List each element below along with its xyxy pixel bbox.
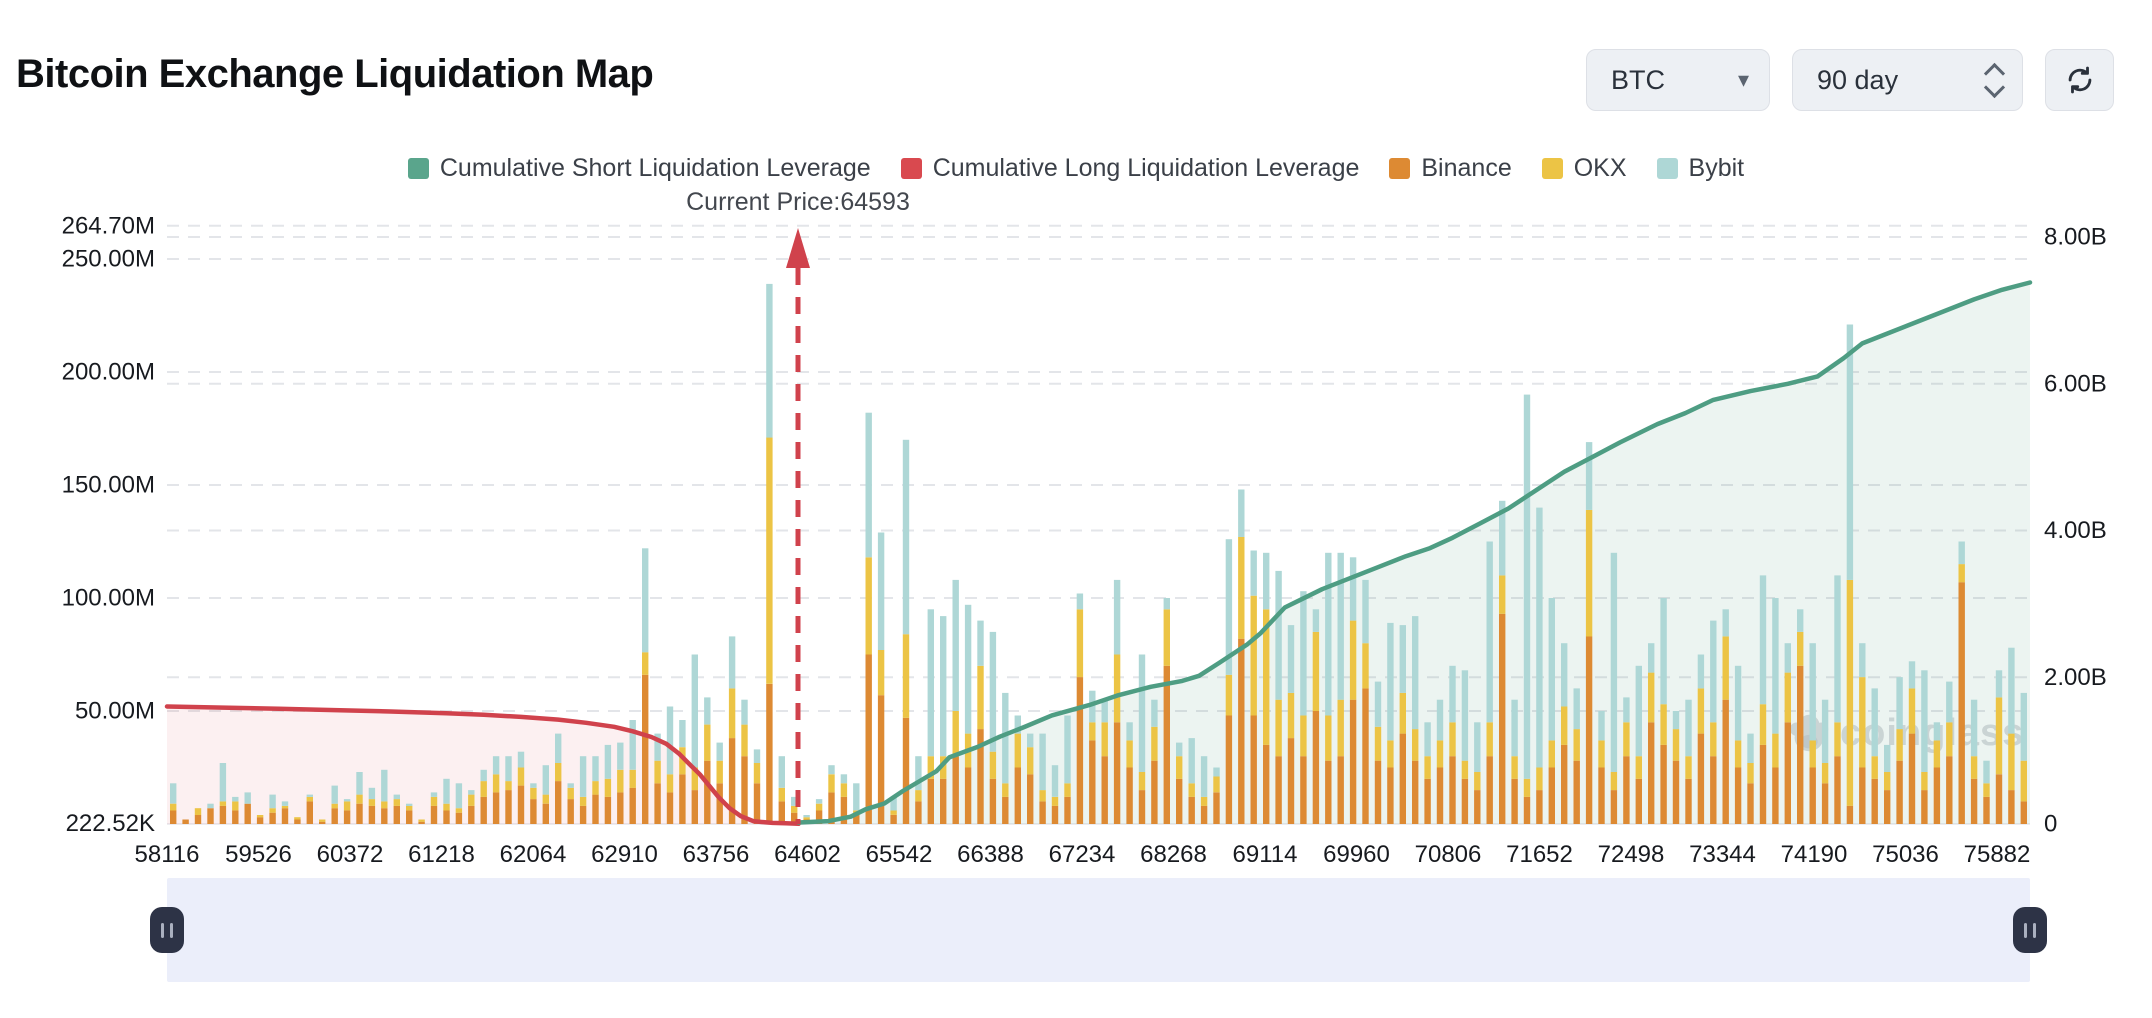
svg-text:222.52K: 222.52K [66,810,155,837]
svg-text:68268: 68268 [1140,841,1207,868]
svg-text:67234: 67234 [1049,841,1116,868]
svg-text:73344: 73344 [1689,841,1756,868]
svg-text:59526: 59526 [225,841,292,868]
x-axis-labels: 58116 59526 60372 61218 62064 62910 63756 64602… [135,841,2031,868]
zoom-slider-track[interactable] [167,878,2030,982]
left-axis-labels: 264.70M 250.00M 200.00M 150.00M 100.00M 50.00… [62,212,155,837]
svg-text:2.00B: 2.00B [2044,664,2107,691]
svg-text:69960: 69960 [1323,841,1390,868]
svg-text:264.70M: 264.70M [62,212,155,239]
svg-text:66388: 66388 [957,841,1024,868]
svg-text:62064: 62064 [500,841,567,868]
svg-text:65542: 65542 [866,841,933,868]
svg-text:60372: 60372 [317,841,384,868]
svg-text:63756: 63756 [683,841,750,868]
svg-text:62910: 62910 [591,841,658,868]
zoom-slider-left-handle[interactable] [150,907,184,953]
right-axis-labels: 8.00B 6.00B 4.00B 2.00B 0 [2044,224,2107,838]
svg-text:150.00M: 150.00M [62,472,155,499]
current-price-arrow-icon [786,228,810,268]
liquidation-map-page: Bitcoin Exchange Liquidation Map BTC ▾ 9… [0,0,2152,1018]
liquidation-chart-canvas[interactable]: 264.70M 250.00M 200.00M 150.00M 100.00M 50.00… [0,0,2152,1018]
svg-text:72498: 72498 [1598,841,1665,868]
svg-text:64602: 64602 [774,841,841,868]
svg-text:6.00B: 6.00B [2044,370,2107,397]
svg-text:75036: 75036 [1872,841,1939,868]
svg-text:50.00M: 50.00M [75,698,155,725]
svg-text:58116: 58116 [135,841,200,868]
svg-text:200.00M: 200.00M [62,359,155,386]
svg-text:250.00M: 250.00M [62,246,155,273]
svg-text:100.00M: 100.00M [62,585,155,612]
svg-text:69114: 69114 [1233,841,1298,868]
svg-text:71652: 71652 [1506,841,1573,868]
svg-text:0: 0 [2044,811,2057,838]
svg-text:74190: 74190 [1781,841,1848,868]
svg-text:70806: 70806 [1415,841,1482,868]
zoom-slider-right-handle[interactable] [2013,907,2047,953]
svg-text:8.00B: 8.00B [2044,224,2107,251]
svg-text:4.00B: 4.00B [2044,517,2107,544]
svg-text:75882: 75882 [1964,841,2031,868]
svg-text:61218: 61218 [408,841,475,868]
